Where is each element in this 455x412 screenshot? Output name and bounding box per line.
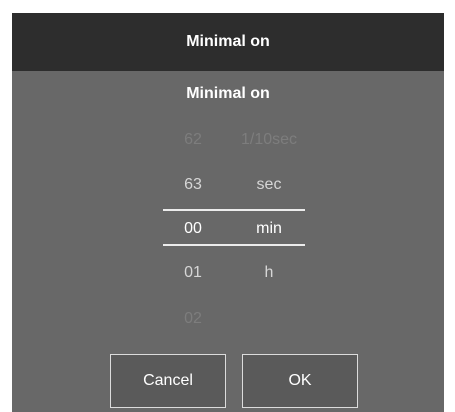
selected-value[interactable]: 00 <box>163 214 223 244</box>
ok-button[interactable]: OK <box>242 354 358 408</box>
minimal-on-dialog: Minimal on Minimal on 62 1/10sec 63 sec … <box>12 13 444 412</box>
value-option[interactable]: 63 <box>163 170 223 200</box>
selected-unit[interactable]: min <box>223 214 315 244</box>
value-option[interactable]: 01 <box>163 258 223 288</box>
picker-row[interactable]: 01 h <box>12 258 444 288</box>
picker-row[interactable]: 63 sec <box>12 170 444 200</box>
picker-row-selected[interactable]: 00 min <box>12 214 444 244</box>
dialog-titlebar: Minimal on <box>12 13 444 71</box>
selection-top-divider <box>163 209 305 211</box>
unit-option[interactable]: 1/10sec <box>223 125 315 155</box>
selection-bottom-divider <box>163 244 305 246</box>
cancel-button[interactable]: Cancel <box>110 354 226 408</box>
picker-heading: Minimal on <box>186 85 270 102</box>
dialog-title: Minimal on <box>186 33 270 50</box>
picker-row[interactable]: 02 <box>12 304 444 334</box>
value-option[interactable]: 02 <box>163 304 223 334</box>
picker-row[interactable]: 62 1/10sec <box>12 125 444 155</box>
value-option[interactable]: 62 <box>163 125 223 155</box>
unit-option[interactable]: h <box>223 258 315 288</box>
unit-option[interactable]: sec <box>223 170 315 200</box>
